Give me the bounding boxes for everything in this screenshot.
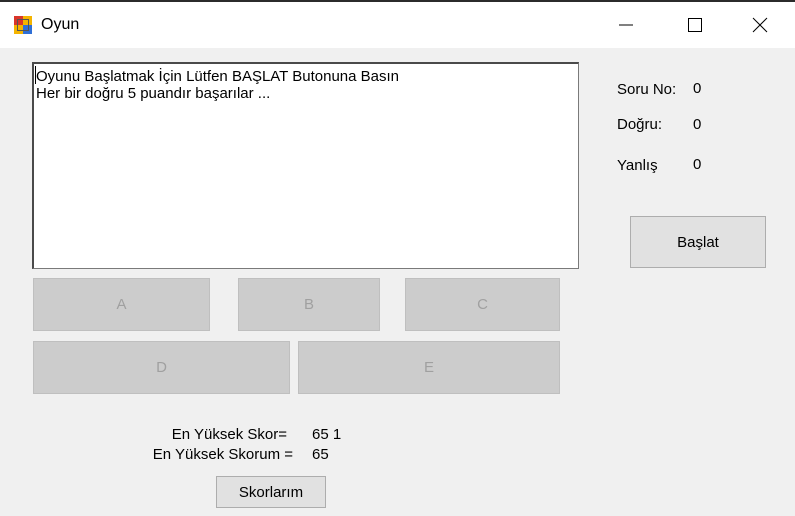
my-high-score-value: 65 <box>312 446 329 463</box>
correct-value: 0 <box>693 116 702 133</box>
window-title: Oyun <box>41 16 80 33</box>
question-no-label: Soru No: <box>617 81 677 98</box>
high-score-label: En Yüksek Skor= <box>171 426 287 443</box>
question-line-1: Oyunu Başlatmak İçin Lütfen BAŞLAT Buton… <box>36 68 399 85</box>
answer-d-button[interactable]: D <box>33 341 290 394</box>
text-caret <box>35 66 36 84</box>
game-window: Oyun Oyunu Başlatmak İçin Lütfen BAŞLAT … <box>0 0 795 516</box>
app-window-icon <box>14 16 32 34</box>
scores-button[interactable]: Skorlarım <box>216 476 326 508</box>
maximize-icon <box>688 18 702 32</box>
minimize-button[interactable] <box>591 2 661 48</box>
wrong-value: 0 <box>693 156 702 173</box>
my-high-score-label: En Yüksek Skorum = <box>152 446 293 463</box>
answer-c-button[interactable]: C <box>405 278 560 331</box>
answer-e-button[interactable]: E <box>298 341 560 394</box>
question-no-value: 0 <box>693 80 702 97</box>
minimize-icon <box>619 24 633 26</box>
title-bar[interactable]: Oyun <box>0 2 795 48</box>
close-icon <box>752 17 768 33</box>
close-button[interactable] <box>725 2 795 48</box>
answer-b-button[interactable]: B <box>238 278 380 331</box>
answer-a-button[interactable]: A <box>33 278 210 331</box>
start-button[interactable]: Başlat <box>630 216 766 268</box>
maximize-button[interactable] <box>660 2 730 48</box>
correct-label: Doğru: <box>617 116 663 133</box>
high-score-value: 65 1 <box>312 426 342 443</box>
wrong-label: Yanlış <box>617 157 658 174</box>
question-textbox[interactable]: Oyunu Başlatmak İçin Lütfen BAŞLAT Buton… <box>32 62 579 269</box>
question-line-2: Her bir doğru 5 puandır başarılar ... <box>36 85 271 102</box>
